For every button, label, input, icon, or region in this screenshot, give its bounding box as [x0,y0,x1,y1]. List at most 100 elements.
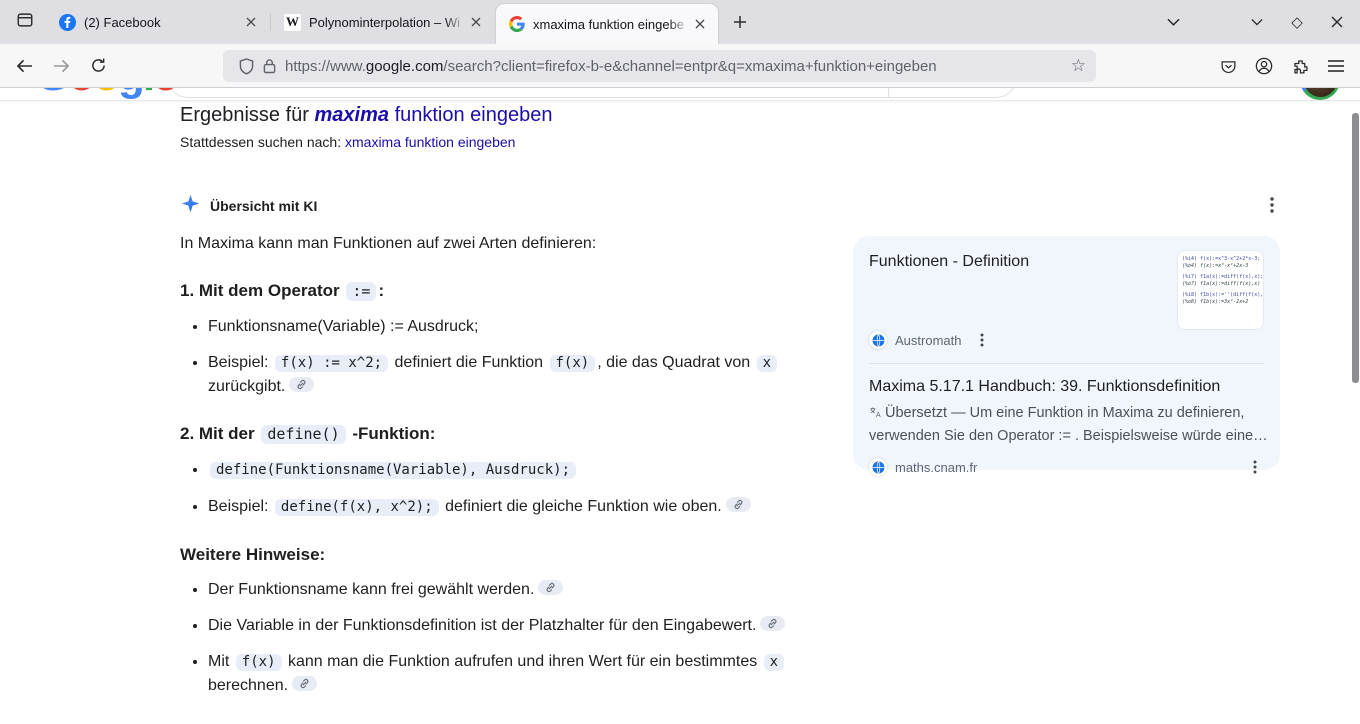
pocket-icon[interactable] [1212,50,1244,82]
source-title[interactable]: Maxima 5.17.1 Handbuch: 39. Funktionsdef… [869,378,1264,396]
source-menu-button[interactable] [1246,458,1264,476]
firefox-view-icon [16,11,34,34]
firefox-view-button[interactable] [10,7,40,37]
corrected-query-em[interactable]: maxima [315,104,390,126]
reload-button[interactable] [82,50,114,82]
corrected-query-rest[interactable]: funktion eingeben [389,104,552,126]
tab-facebook[interactable]: (2) Facebook [47,4,269,40]
window-close-button[interactable] [1320,5,1354,39]
list-item: Beispiel: define(f(x), x^2); definiert d… [208,495,792,519]
tab-google-search-active[interactable]: xmaxima funktion eingebe [496,4,718,44]
source-site-name[interactable]: Austromath [895,333,961,348]
code-chip: f(x) [550,355,596,372]
section-bullet-list: Funktionsname(Variable) := Ausdruck; Beis… [180,315,792,398]
svg-text:A: A [876,411,881,419]
citation-link-chip[interactable] [760,616,785,631]
thumbnail-code-line: (%i7) f1a(x):=diff(f(x),x); [1182,274,1259,281]
ai-overview-menu-button[interactable] [1262,195,1282,215]
sources-card: Funktionen - Definition (%i4) f(x):=x^3-… [853,236,1280,470]
source-item-2[interactable]: Maxima 5.17.1 Handbuch: 39. Funktionsdef… [869,378,1264,476]
source-menu-button[interactable] [973,331,991,349]
instead-label: Stattdessen suchen nach: [180,134,345,150]
code-chip: define(f(x), x^2); [275,499,439,516]
section-heading: Weitere Hinweise: [180,543,792,566]
source-item-1[interactable]: Funktionen - Definition (%i4) f(x):=x^3-… [869,253,1264,349]
code-chip: x [764,654,784,671]
new-tab-button[interactable] [725,7,755,37]
url-path: /search?client=firefox-b-e&channel=entpr… [443,58,936,75]
citation-link-chip[interactable] [289,377,314,392]
search-instead-line: Stattdessen suchen nach: xmaxima funktio… [180,134,552,150]
code-chip: f(x) [236,654,282,671]
globe-favicon [869,331,887,349]
search-box-divider [888,88,889,97]
search-box-bottom-edge[interactable] [167,88,1017,98]
page-content: Google Ergebnisse für maxima funktion ei… [0,88,1360,724]
url-domain: google.com [366,58,444,75]
tab-label: Polynominterpolation – Wi [309,15,466,30]
code-chip: define() [261,425,345,444]
translate-icon: A [869,405,882,426]
navbar-right-icons [1212,44,1360,88]
list-item: Mit f(x) kann man die Funktion aufrufen … [208,650,792,697]
list-item: Die Variable in der Funktionsdefinition … [208,614,792,637]
thumbnail-code-line: (%o7) f1a(x):=diff(f(x),x) [1182,281,1259,288]
ai-intro: In Maxima kann man Funktionen auf zwei A… [180,232,792,255]
source-site-row: maths.cnam.fr [869,458,1264,476]
code-chip: x [757,355,777,372]
ai-sparkle-icon [181,194,200,218]
list-item: Beispiel: f(x) := x^2; definiert die Fun… [208,351,792,398]
avatar-image [1304,88,1337,97]
tab-wikipedia[interactable]: W Polynominterpolation – Wi [272,4,494,40]
thumbnail-code-line: (%o8) f1b(x):=3x²-2x+2 [1182,299,1259,306]
source-site-name[interactable]: maths.cnam.fr [895,460,977,475]
navigation-toolbar: https://www.google.com/search?client=fir… [0,44,1360,88]
instead-link[interactable]: xmaxima funktion eingeben [345,134,515,150]
results-for-line: Ergebnisse für maxima funktion eingeben [180,104,552,127]
bookmark-star-icon[interactable]: ☆ [1071,56,1086,76]
source-thumbnail: (%i4) f(x):=x^3-x^2+2*x-3;(%o4) f(x):=x³… [1177,250,1264,330]
list-item: Funktionsname(Variable) := Ausdruck; [208,315,792,338]
sources-divider [869,363,1264,364]
ai-section: Weitere Hinweise:Der Funktionsname kann … [180,543,792,697]
thumbnail-code-line: (%i8) f1b(x):=''(diff(f(x),x)) [1182,292,1259,299]
section-heading: 1. Mit dem Operator :=: [180,279,792,303]
list-all-tabs-button[interactable] [1158,7,1188,37]
citation-link-chip[interactable] [292,676,317,691]
ai-overview-header: Übersicht mit KI [181,194,317,218]
thumbnail-code-line: (%i4) f(x):=x^3-x^2+2*x-3; [1182,256,1259,263]
forward-button[interactable] [45,50,77,82]
lock-icon[interactable] [263,58,276,74]
ai-section: 1. Mit dem Operator :=: Funktionsname(Var… [180,279,792,398]
google-icon [508,16,525,33]
source-snippet: AÜbersetzt — Um eine Funktion in Maxima … [869,403,1269,447]
code-chip: define(Funktionsname(Variable), Ausdruck… [210,462,576,479]
source-site-row: Austromath [869,331,991,349]
account-icon[interactable] [1248,50,1280,82]
ai-overview-body: In Maxima kann man Funktionen auf zwei A… [180,232,792,724]
extensions-icon[interactable] [1284,50,1316,82]
window-maximize-button[interactable]: ◇ [1280,5,1314,39]
url-text[interactable]: https://www.google.com/search?client=fir… [285,58,1063,75]
url-bar[interactable]: https://www.google.com/search?client=fir… [223,50,1096,82]
tab-separator [270,13,271,31]
results-prefix: Ergebnisse für [180,104,315,126]
tab-close-icon[interactable] [241,12,261,32]
section-heading: 2. Mit der define() -Funktion: [180,422,792,446]
url-prefix: https://www. [285,58,366,75]
menu-hamburger-icon[interactable] [1320,50,1352,82]
window-minimize-button[interactable] [1240,5,1274,39]
list-item: define(Funktionsname(Variable), Ausdruck… [208,458,792,482]
ai-overview-label: Übersicht mit KI [210,198,317,214]
tab-close-icon[interactable] [690,14,710,34]
account-avatar[interactable] [1300,88,1340,100]
back-button[interactable] [8,50,40,82]
citation-link-chip[interactable] [726,497,751,512]
tab-close-icon[interactable] [466,12,486,32]
wikipedia-icon: W [284,14,301,31]
page-scrollbar-thumb[interactable] [1352,113,1359,383]
tracking-shield-icon[interactable] [239,58,254,75]
source-title[interactable]: Funktionen - Definition [869,253,1159,271]
ai-sections: 1. Mit dem Operator :=: Funktionsname(Var… [180,279,792,724]
citation-link-chip[interactable] [538,580,563,595]
